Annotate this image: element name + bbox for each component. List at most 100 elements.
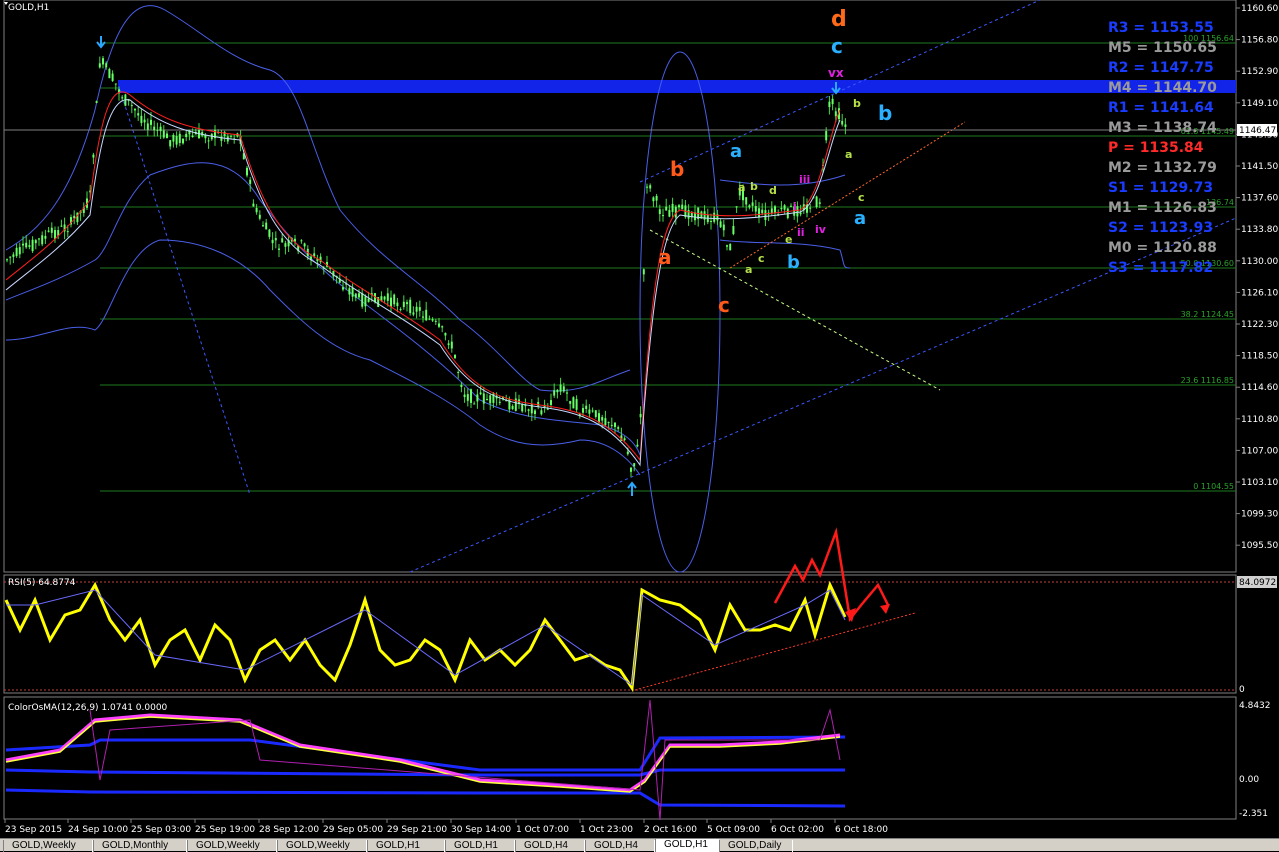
tab-gold-daily[interactable]: GOLD,Daily bbox=[719, 840, 793, 852]
candle-body bbox=[66, 231, 69, 233]
candle-body bbox=[265, 222, 268, 230]
candle-body bbox=[473, 403, 476, 405]
osma-panel[interactable] bbox=[3, 696, 1237, 820]
tab-gold-h4[interactable]: GOLD,H4 bbox=[585, 840, 655, 852]
candle-body bbox=[754, 206, 757, 212]
candle-body bbox=[386, 293, 389, 301]
candle-body bbox=[364, 296, 367, 307]
candle-body bbox=[758, 208, 760, 217]
candle-body bbox=[150, 119, 152, 125]
candle-body bbox=[550, 400, 552, 405]
wave-label-i: i bbox=[793, 200, 797, 213]
candle-body bbox=[393, 294, 396, 305]
candle-body bbox=[825, 131, 828, 141]
candle-body bbox=[278, 248, 280, 250]
candle-body bbox=[402, 301, 405, 308]
candle-body bbox=[774, 206, 776, 213]
candle-body bbox=[601, 417, 604, 421]
candle-body bbox=[818, 202, 821, 204]
wave-label-b: b bbox=[878, 101, 892, 125]
time-label: 29 Sep 05:00 bbox=[323, 825, 383, 835]
candle-body bbox=[143, 119, 146, 123]
candle-body bbox=[18, 247, 21, 255]
tab-gold-weekly[interactable]: GOLD,Weekly bbox=[3, 840, 93, 852]
candle-body bbox=[636, 444, 639, 447]
candle-body bbox=[444, 332, 447, 336]
time-label: 1 Oct 07:00 bbox=[516, 825, 569, 835]
candle-body bbox=[361, 293, 364, 307]
candle-body bbox=[642, 269, 645, 275]
pivot-label: S2 = 1123.93 bbox=[1108, 220, 1213, 236]
candle-body bbox=[447, 343, 450, 345]
time-label: 23 Sep 2015 bbox=[5, 825, 62, 835]
candle-body bbox=[98, 63, 101, 68]
candle-body bbox=[463, 394, 466, 398]
chart-window[interactable]: 1160.601156.801152.901149.101145.301141.… bbox=[0, 0, 1279, 850]
time-label: 6 Oct 02:00 bbox=[771, 825, 824, 835]
candle-body bbox=[681, 204, 684, 210]
price-tick-label: 1156.80 bbox=[1241, 36, 1278, 46]
price-tick-label: 1110.80 bbox=[1241, 415, 1278, 425]
candle-body bbox=[102, 58, 104, 65]
candle-body bbox=[114, 83, 117, 85]
tab-gold-h1[interactable]: GOLD,H1 bbox=[445, 840, 515, 852]
rsi-panel[interactable] bbox=[3, 574, 1237, 694]
wave-label-c-small: c bbox=[758, 252, 765, 265]
wave-label-iii: iii bbox=[799, 173, 810, 186]
candle-body bbox=[15, 247, 18, 256]
wave-label-vx: vx bbox=[828, 66, 844, 80]
candle-body bbox=[751, 202, 754, 206]
candle-body bbox=[342, 287, 344, 290]
pivot-label: P = 1135.84 bbox=[1108, 140, 1204, 156]
candle-body bbox=[764, 210, 767, 221]
candle-body bbox=[729, 243, 732, 251]
candle-body bbox=[223, 131, 226, 137]
candle-body bbox=[191, 135, 194, 137]
fib-label: 0 1104.55 bbox=[1193, 482, 1234, 491]
wave-label-a-small-top: a bbox=[845, 148, 852, 161]
candle-body bbox=[630, 467, 632, 472]
tab-gold-h1[interactable]: GOLD,H1 bbox=[655, 839, 719, 852]
price-tick-label: 1149.10 bbox=[1241, 99, 1278, 109]
candle-body bbox=[639, 413, 642, 418]
candle-body bbox=[588, 409, 591, 414]
candle-body bbox=[745, 197, 748, 205]
osma-bottom-value: -2.351 bbox=[1239, 809, 1268, 819]
candle-body bbox=[722, 224, 725, 231]
candle-body bbox=[255, 207, 258, 213]
candle-body bbox=[121, 97, 124, 99]
tab-gold-h1[interactable]: GOLD,H1 bbox=[367, 840, 445, 852]
pivot-label: R2 = 1147.75 bbox=[1108, 60, 1214, 76]
pivot-label: M4 = 1144.70 bbox=[1108, 80, 1217, 96]
candle-body bbox=[28, 245, 31, 247]
price-tick-label: 1133.80 bbox=[1241, 225, 1278, 235]
tab-gold-weekly[interactable]: GOLD,Weekly bbox=[187, 840, 277, 852]
candle-body bbox=[92, 154, 95, 158]
candle-body bbox=[626, 451, 629, 455]
candle-body bbox=[207, 140, 210, 142]
candle-body bbox=[60, 225, 63, 227]
candle-body bbox=[54, 230, 56, 239]
wave-label-b-orange: b bbox=[670, 157, 684, 181]
candle-body bbox=[438, 323, 440, 327]
tab-gold-h4[interactable]: GOLD,H4 bbox=[515, 840, 585, 852]
candle-body bbox=[562, 386, 565, 392]
candle-body bbox=[594, 410, 597, 417]
pivot-label: M5 = 1150.65 bbox=[1108, 40, 1217, 56]
tab-gold-monthly[interactable]: GOLD,Monthly bbox=[93, 840, 187, 852]
candle-body bbox=[591, 410, 594, 412]
tab-gold-weekly[interactable]: GOLD,Weekly bbox=[277, 840, 367, 852]
fib-label: 38.2 1124.45 bbox=[1181, 310, 1234, 319]
price-tick-label: 1103.10 bbox=[1241, 478, 1278, 488]
candle-body bbox=[76, 212, 79, 223]
current-price-value: 1146.47 bbox=[1239, 126, 1276, 136]
candle-body bbox=[262, 225, 264, 227]
candle-body bbox=[431, 319, 434, 321]
candle-body bbox=[735, 206, 738, 208]
candle-body bbox=[665, 206, 668, 211]
candle-body bbox=[252, 203, 255, 207]
time-label: 30 Sep 14:00 bbox=[451, 825, 511, 835]
candle-body bbox=[175, 136, 178, 145]
wave-label-b-small-top: b bbox=[853, 97, 861, 110]
candle-body bbox=[658, 209, 661, 215]
